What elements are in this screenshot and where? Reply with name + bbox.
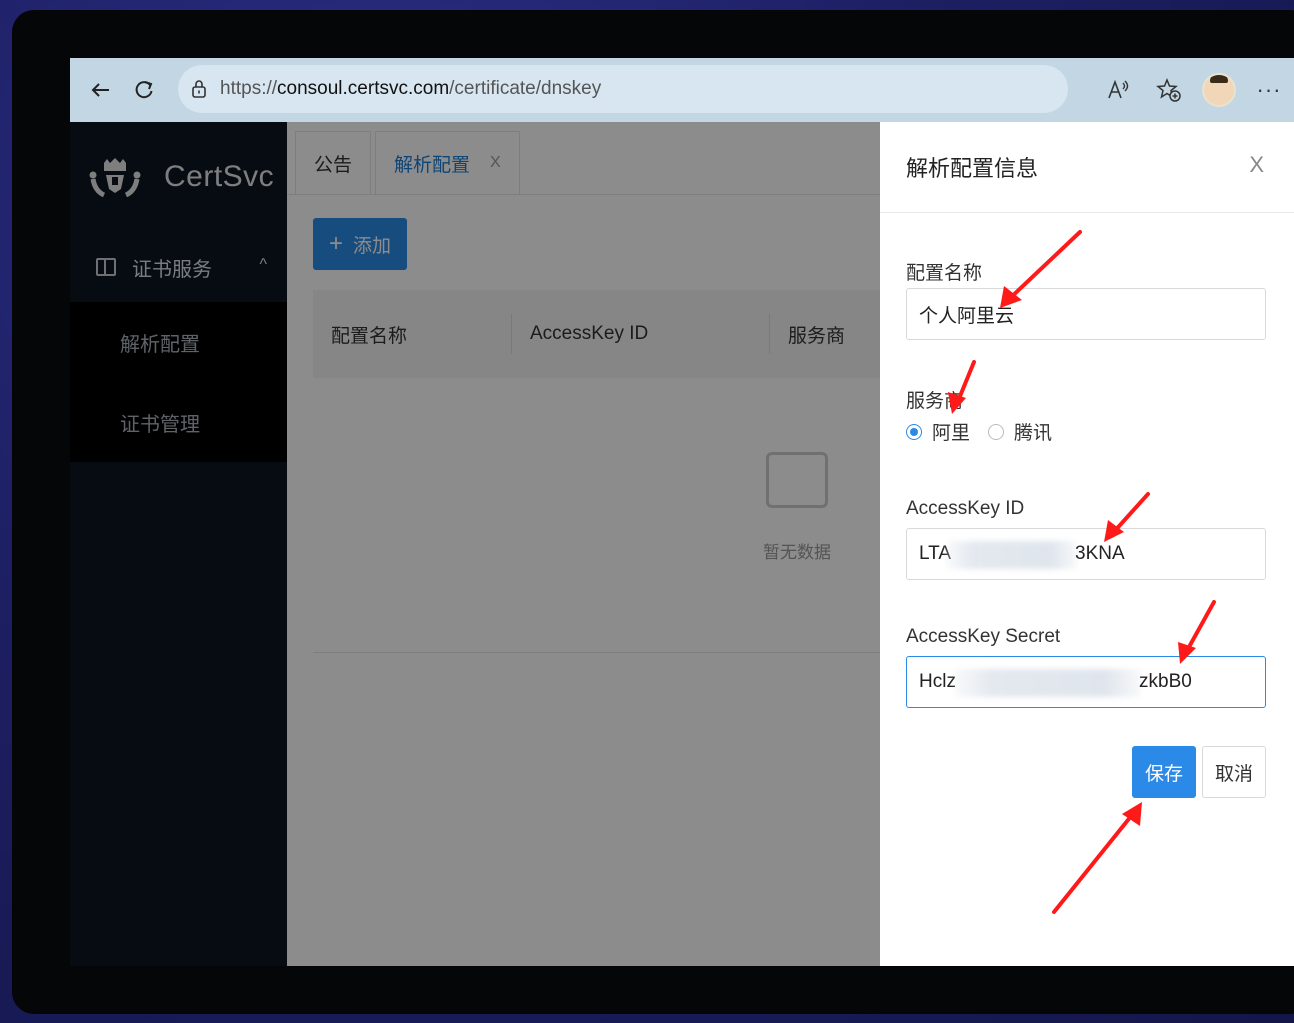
radio-unchecked-icon <box>988 423 1005 440</box>
read-aloud-icon[interactable] <box>1094 79 1144 101</box>
provider-label: 服务商 <box>906 391 964 412</box>
provider-radio-aliyun[interactable]: 阿里 <box>906 418 970 445</box>
drawer-title: 解析配置信息 <box>906 156 1039 181</box>
close-icon[interactable]: X <box>1249 152 1264 178</box>
cancel-button[interactable]: 取消 <box>1202 746 1266 798</box>
browser-actions: ··· <box>1094 58 1294 122</box>
lock-icon <box>178 79 220 99</box>
config-drawer: 解析配置信息 X 配置名称 个人阿里云 服务商 阿里 腾讯 AccessKey … <box>880 122 1294 966</box>
url-path: /certificate/dnskey <box>449 78 602 99</box>
favorite-add-icon[interactable] <box>1144 78 1194 102</box>
config-name-input[interactable]: 个人阿里云 <box>906 288 1266 340</box>
drawer-header: 解析配置信息 X <box>880 122 1294 213</box>
accesskey-secret-start: Hclz <box>919 671 956 692</box>
provider-option-label: 阿里 <box>932 423 971 444</box>
provider-radio-tencent[interactable]: 腾讯 <box>988 418 1052 445</box>
address-bar[interactable]: https://consoul.certsvc.com/certificate/… <box>178 65 1068 113</box>
more-menu-icon[interactable]: ··· <box>1244 77 1294 103</box>
config-name-label: 配置名称 <box>906 263 983 284</box>
back-icon[interactable] <box>78 68 122 112</box>
accesskey-secret-end: zkbB0 <box>1139 671 1192 692</box>
url-text: https://consoul.certsvc.com/certificate/… <box>220 78 601 100</box>
browser-toolbar: https://consoul.certsvc.com/certificate/… <box>70 58 1294 122</box>
accesskey-secret-label: AccessKey Secret <box>906 626 1061 647</box>
avatar <box>1202 73 1236 107</box>
profile-avatar[interactable] <box>1194 73 1244 107</box>
accesskey-id-input[interactable]: LTA 3KNA <box>906 528 1266 580</box>
save-button[interactable]: 保存 <box>1132 746 1196 798</box>
refresh-icon[interactable] <box>122 68 166 112</box>
redaction-blur <box>947 541 1077 569</box>
url-host: consoul.certsvc.com <box>277 78 450 99</box>
provider-option-label: 腾讯 <box>1014 423 1053 444</box>
url-prefix: https:// <box>220 78 278 99</box>
provider-radio-group: 阿里 腾讯 <box>906 418 1070 445</box>
accesskey-secret-input[interactable]: Hclz zkbB0 <box>906 656 1266 708</box>
accesskey-id-end: 3KNA <box>1075 543 1125 564</box>
radio-checked-icon <box>906 423 922 440</box>
redaction-blur <box>955 669 1141 697</box>
accesskey-id-label: AccessKey ID <box>906 498 1025 519</box>
config-name-value: 个人阿里云 <box>919 305 1015 327</box>
browser-window: https://consoul.certsvc.com/certificate/… <box>70 58 1294 966</box>
